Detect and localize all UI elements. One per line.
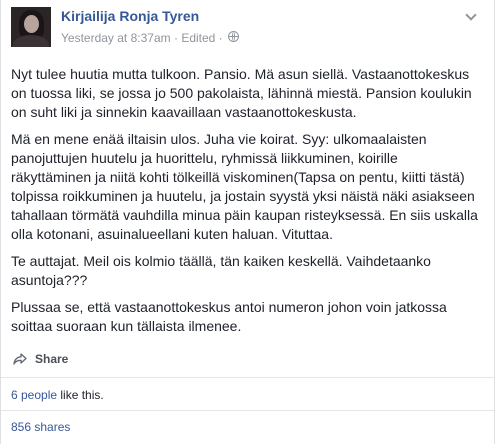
author-name[interactable]: Kirjailija Ronja Tyren (61, 8, 199, 24)
post-header: Kirjailija Ronja Tyren Yesterday at 8:37… (11, 7, 481, 51)
post-paragraph: Te auttajat. Meil ois kolmio täällä, tän… (11, 253, 431, 288)
chevron-down-icon[interactable] (461, 9, 479, 21)
share-icon (13, 352, 27, 365)
meta-separator: · (170, 30, 182, 45)
avatar-shoulders (13, 35, 49, 47)
facebook-post: Kirjailija Ronja Tyren Yesterday at 8:37… (0, 0, 495, 444)
likes-suffix: like this. (57, 388, 104, 402)
divider (1, 410, 494, 411)
meta-separator-2: · (215, 30, 227, 45)
post-actions: Share (11, 348, 481, 370)
post-meta: Yesterday at 8:37am · Edited · (61, 30, 240, 45)
share-button[interactable]: Share (13, 348, 68, 370)
globe-icon[interactable] (228, 31, 240, 43)
likes-people-link[interactable]: 6 people (11, 388, 57, 402)
post-paragraph: Plussaa se, että vastaanottokeskus antoi… (11, 299, 447, 334)
avatar-face (24, 15, 39, 33)
share-label: Share (35, 352, 69, 366)
shares-count[interactable]: 856 shares (11, 420, 70, 434)
post-timestamp[interactable]: Yesterday at 8:37am (61, 31, 171, 45)
likes-summary: 6 people like this. (11, 388, 104, 402)
post-paragraph: Nyt tulee huutia mutta tulkoon. Pansio. … (11, 66, 472, 120)
post-paragraph: Mä en mene enää iltaisin ulos. Juha vie … (11, 131, 478, 242)
post-body: Nyt tulee huutia mutta tulkoon. Pansio. … (11, 65, 481, 344)
edited-label[interactable]: Edited (181, 31, 215, 45)
avatar[interactable] (11, 7, 51, 47)
divider (1, 377, 494, 378)
